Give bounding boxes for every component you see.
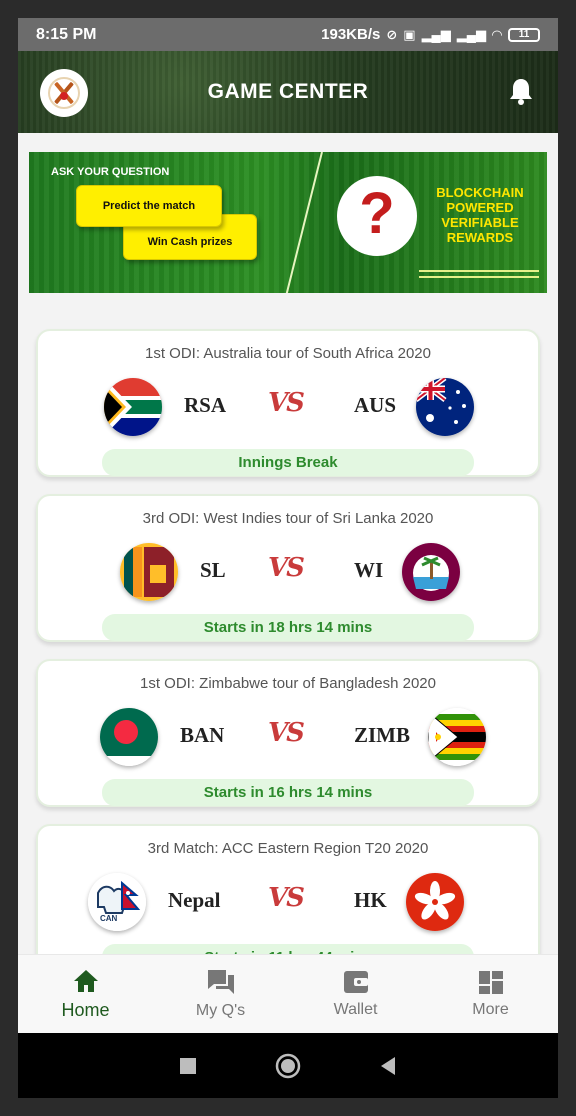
svg-text:CAN: CAN (100, 914, 118, 923)
network-speed: 193KB/s (321, 26, 381, 43)
match-card[interactable]: 1st ODI: Zimbabwe tour of Bangladesh 202… (36, 659, 540, 807)
signal-icon: ▂▄▆ (421, 26, 451, 42)
match-title: 3rd ODI: West Indies tour of Sri Lanka 2… (142, 510, 434, 527)
match-card[interactable]: 3rd ODI: West Indies tour of Sri Lanka 2… (36, 494, 540, 642)
bangladesh-flag (100, 708, 158, 766)
blockchain-line-1: BLOCKCHAIN (436, 185, 524, 200)
banner-line (419, 276, 539, 278)
nav-my-qs[interactable]: My Q's (153, 955, 288, 1033)
sri-lanka-flag (120, 543, 178, 601)
blockchain-rewards-text: BLOCKCHAIN POWERED VERIFIABLE REWARDS (425, 185, 535, 245)
win-cash-label: Win Cash prizes (147, 236, 233, 248)
nav-more[interactable]: More (423, 955, 558, 1033)
promo-banner[interactable]: ASK YOUR QUESTION Win Cash prizes Predic… (29, 152, 547, 293)
nav-my-qs-label: My Q's (195, 1002, 246, 1019)
match-card[interactable]: 3rd Match: ACC Eastern Region T20 2020 C… (36, 824, 540, 972)
team-name: ZIMB (354, 723, 411, 747)
phone-screen: 8:15 PM 193KB/s ⊘ ▣ ▂▄▆ ▂▄▆ ◠ 11 GAME CE… (18, 18, 558, 1098)
match-title: 1st ODI: Zimbabwe tour of Bangladesh 202… (139, 675, 436, 692)
app-header: GAME CENTER (18, 51, 558, 133)
hong-kong-flag (406, 873, 464, 931)
nav-home[interactable]: Home (18, 955, 153, 1033)
battery-icon: 11 (508, 27, 540, 42)
status-bar: 8:15 PM 193KB/s ⊘ ▣ ▂▄▆ ▂▄▆ ◠ 11 (18, 18, 558, 51)
app-logo[interactable] (40, 69, 88, 117)
predict-match-label: Predict the match (102, 200, 196, 212)
blockchain-line-4: REWARDS (446, 230, 514, 245)
vs-label: VS (268, 718, 305, 748)
team-name: HK (354, 888, 387, 912)
recents-icon[interactable] (179, 1057, 197, 1075)
dashboard-icon (478, 971, 503, 994)
australia-flag (416, 378, 474, 436)
west-indies-flag (402, 543, 460, 601)
home-circle-icon[interactable] (275, 1053, 301, 1079)
vs-label: VS (268, 553, 305, 583)
match-title: 1st ODI: Australia tour of South Africa … (145, 345, 431, 362)
banner-line (419, 270, 539, 272)
blockchain-line-2: POWERED (446, 200, 514, 215)
match-title: 3rd Match: ACC Eastern Region T20 2020 (147, 840, 429, 857)
chat-icon (207, 970, 234, 994)
question-figure: ? (337, 176, 417, 256)
home-icon (73, 969, 98, 992)
nav-home-label: Home (61, 999, 110, 1020)
match-status-pill: Starts in 16 hrs 14 mins (102, 779, 474, 806)
nepal-logo: CAN (88, 873, 146, 931)
predict-match-pill: Predict the match (76, 185, 222, 227)
team-name: SL (200, 558, 226, 582)
blockchain-line-3: VERIFIABLE (441, 215, 519, 230)
south-africa-flag (104, 378, 162, 436)
match-card[interactable]: 1st ODI: Australia tour of South Africa … (36, 329, 540, 477)
status-time: 8:15 PM (36, 25, 97, 43)
nav-more-label: More (472, 1001, 509, 1018)
nav-wallet[interactable]: Wallet (288, 955, 423, 1033)
team-name: RSA (184, 393, 227, 417)
page-title: GAME CENTER (207, 80, 369, 103)
ask-question-text: ASK YOUR QUESTION (51, 166, 170, 178)
wallet-icon (343, 971, 368, 993)
team-name: AUS (354, 393, 397, 417)
team-name: Nepal (168, 888, 221, 912)
match-status-pill: Starts in 18 hrs 14 mins (102, 614, 474, 641)
signal-icon-2: ▂▄▆ (456, 26, 486, 42)
status-icons: 193KB/s ⊘ ▣ ▂▄▆ ▂▄▆ ◠ 11 (321, 26, 540, 43)
back-icon[interactable] (379, 1056, 397, 1076)
team-name: WI (354, 558, 384, 582)
notification-bell-icon[interactable] (508, 77, 534, 105)
volte-icon: ▣ (403, 26, 416, 42)
team-name: BAN (180, 723, 225, 747)
zimbabwe-flag (428, 708, 486, 766)
wifi-icon: ◠ (492, 26, 502, 42)
match-status-pill: Innings Break (102, 449, 474, 476)
bottom-nav: Home My Q's Wallet More (18, 954, 558, 1033)
alarm-off-icon: ⊘ (386, 26, 398, 42)
system-nav-bar (18, 1033, 558, 1098)
question-mark-icon: ? (359, 181, 395, 246)
vs-label: VS (268, 388, 305, 418)
cricket-bats-icon (48, 77, 80, 109)
vs-label: VS (268, 883, 305, 913)
nav-wallet-label: Wallet (333, 1001, 378, 1018)
